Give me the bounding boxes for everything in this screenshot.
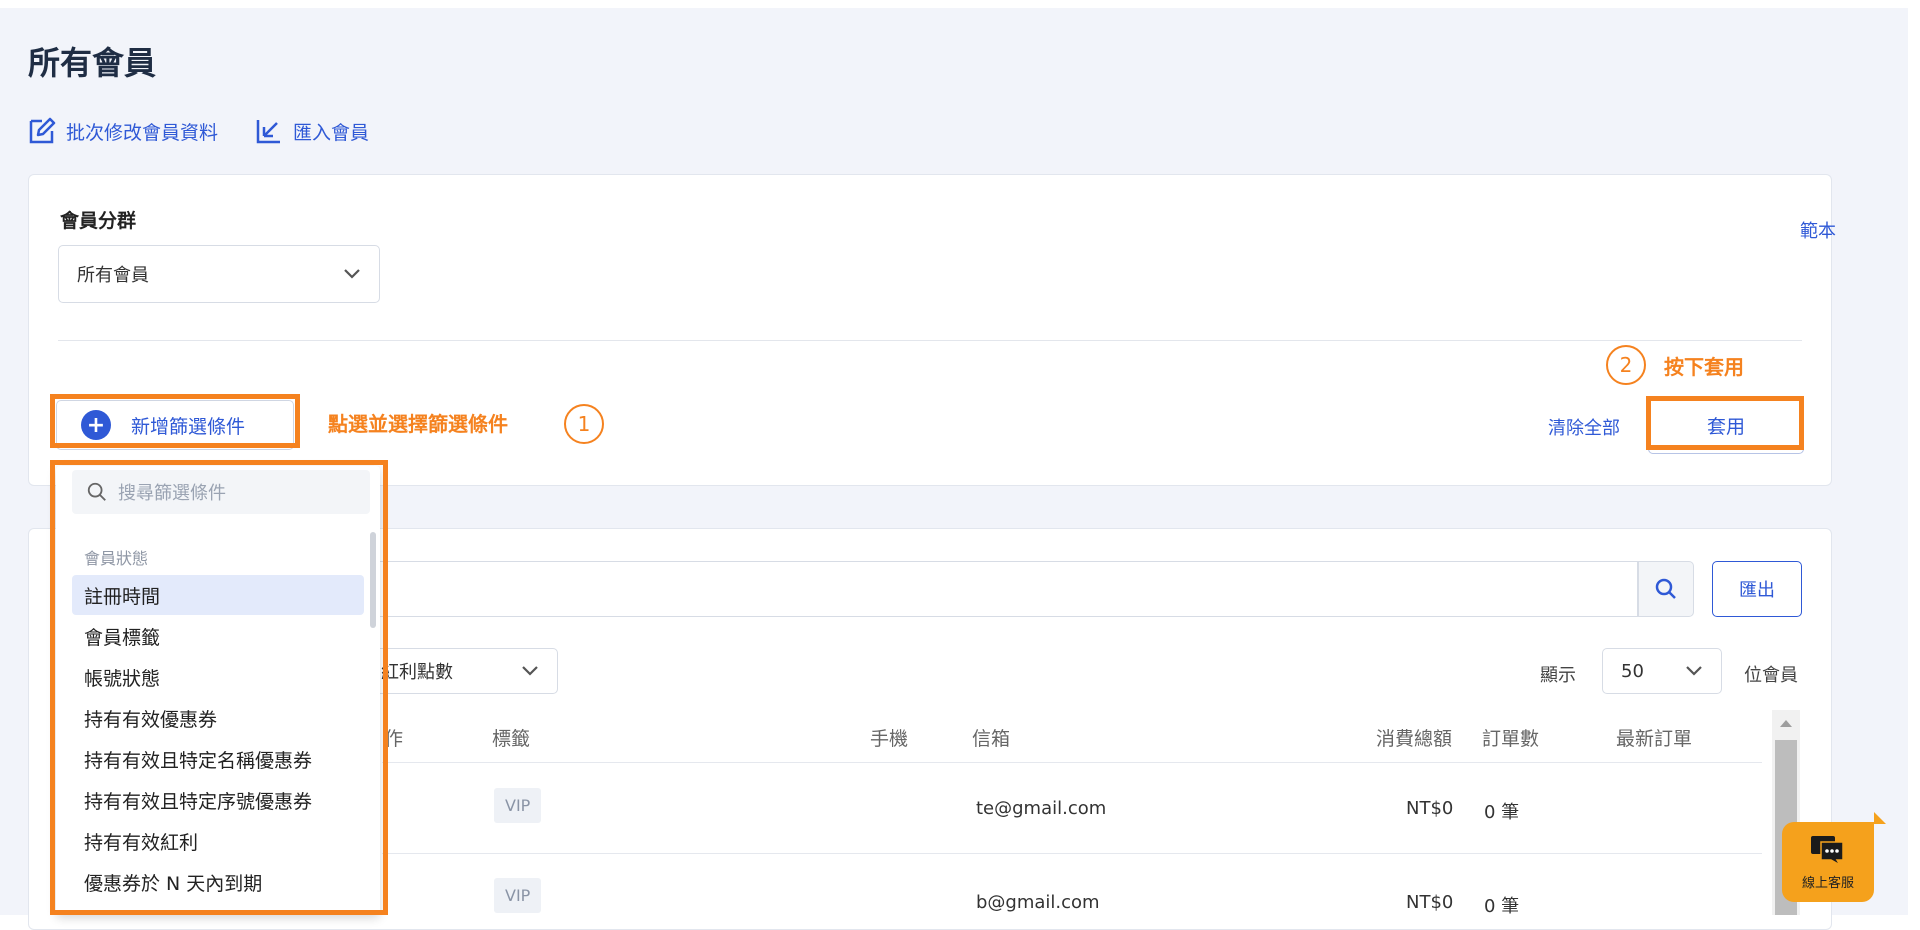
- total-cell: NT$0: [1406, 798, 1454, 819]
- header-email: 信箱: [972, 728, 1011, 750]
- clear-all-link[interactable]: 清除全部: [1548, 414, 1620, 440]
- per-members-label: 位會員: [1744, 665, 1798, 686]
- batch-edit-label: 批次修改會員資料: [66, 121, 219, 144]
- show-label: 顯示: [1540, 665, 1576, 686]
- email-cell: b@gmail.com: [976, 892, 1100, 913]
- search-icon: [1655, 578, 1676, 599]
- chevron-down-icon: [344, 269, 360, 279]
- page-size-value: 50: [1621, 660, 1644, 682]
- highlight-dropdown: [50, 460, 388, 915]
- orders-cell: 0 筆: [1484, 896, 1520, 917]
- batch-edit-link[interactable]: 批次修改會員資料: [28, 117, 218, 145]
- highlight-add-filter: [50, 394, 300, 448]
- import-members-label: 匯入會員: [293, 121, 370, 144]
- step1-number: 1: [564, 404, 604, 444]
- sort-select-value: 紅利點數: [381, 662, 453, 683]
- header-latest-order: 最新訂單: [1616, 728, 1693, 750]
- email-cell: te@gmail.com: [976, 798, 1107, 819]
- header-orders: 訂單數: [1482, 728, 1540, 750]
- divider: [58, 340, 1802, 341]
- page-size-select[interactable]: 50: [1602, 648, 1722, 694]
- support-chat-label: 線上客服: [1801, 875, 1854, 891]
- header-tag: 標籤: [492, 728, 531, 750]
- import-icon: [256, 120, 280, 144]
- export-button[interactable]: 匯出: [1712, 561, 1802, 617]
- member-search-input[interactable]: [370, 561, 1638, 617]
- total-cell: NT$0: [1406, 892, 1454, 913]
- edit-icon: [29, 117, 56, 144]
- header-total: 消費總額: [1376, 728, 1453, 750]
- segment-select[interactable]: 所有會員: [58, 245, 380, 303]
- highlight-apply: [1646, 396, 1804, 450]
- step2-number: 2: [1606, 345, 1646, 385]
- header-phone: 手機: [870, 728, 909, 750]
- tag-badge: VIP: [494, 878, 542, 913]
- chat-icon: [1811, 835, 1844, 866]
- step1-annotation: 點選並選擇篩選條件: [328, 412, 508, 436]
- chevron-down-icon: [1686, 666, 1702, 676]
- tag-badge: VIP: [494, 788, 542, 823]
- scroll-up-arrow-icon[interactable]: [1778, 718, 1794, 728]
- step2-annotation: 按下套用: [1664, 355, 1744, 379]
- orders-cell: 0 筆: [1484, 802, 1520, 823]
- chat-widget-tail: [1874, 812, 1886, 824]
- import-members-link[interactable]: 匯入會員: [255, 117, 369, 145]
- search-button[interactable]: [1638, 561, 1694, 617]
- sort-select[interactable]: 紅利點數: [370, 648, 558, 694]
- page-title: 所有會員: [28, 44, 157, 82]
- sample-link[interactable]: 範本: [1800, 217, 1836, 243]
- segment-select-value: 所有會員: [77, 265, 149, 286]
- support-chat-button[interactable]: 線上客服: [1782, 822, 1874, 902]
- segment-title: 會員分群: [60, 210, 137, 232]
- chevron-down-icon: [522, 666, 538, 676]
